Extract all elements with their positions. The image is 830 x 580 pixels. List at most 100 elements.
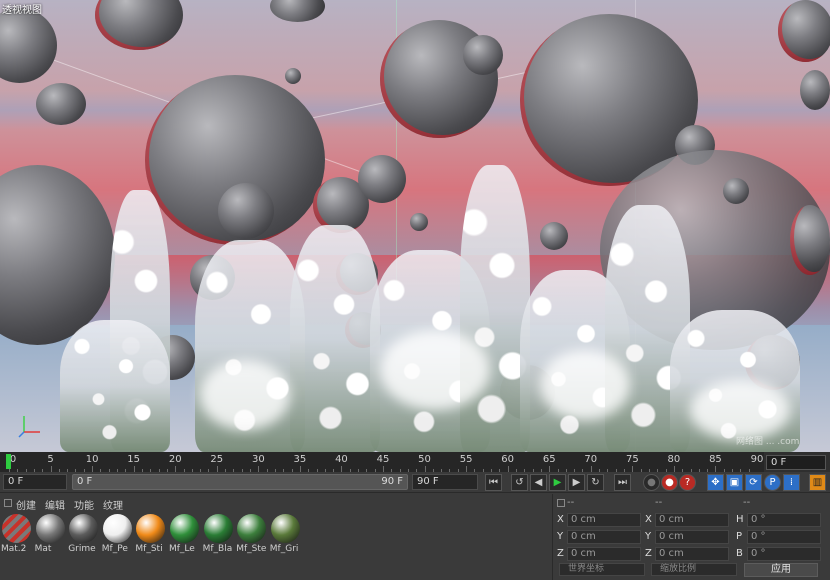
- move-key-button[interactable]: ✥: [707, 474, 724, 491]
- sphere: [410, 213, 428, 231]
- timeline-tick-label: 75: [625, 454, 639, 465]
- timeline-tick-label: 40: [335, 454, 348, 465]
- range-start-label: 0 F: [77, 476, 93, 487]
- timeline-tick-label: 55: [459, 454, 473, 465]
- position-x-field[interactable]: 0 cm: [567, 513, 641, 527]
- size-mode-select[interactable]: 缩放比例: [651, 563, 737, 576]
- size-y-field[interactable]: 0 cm: [655, 530, 729, 544]
- timeline-tick-label: 45: [376, 454, 390, 465]
- pla-key-button[interactable]: ⁞: [783, 474, 800, 491]
- position-z-field[interactable]: 0 cm: [567, 547, 641, 561]
- position-header: --: [567, 497, 575, 508]
- menu-edit[interactable]: 编辑: [45, 497, 65, 512]
- axis-label: Z: [557, 548, 564, 559]
- rotation-h-field[interactable]: 0 °: [747, 513, 821, 527]
- preview-range-slider[interactable]: 0 F 90 F: [72, 474, 408, 490]
- timeline-menu-button[interactable]: ▥: [809, 474, 826, 491]
- timeline-tick-label: 50: [418, 454, 431, 465]
- material-swatch[interactable]: Mf_Sti: [135, 514, 166, 556]
- material-label: Mf_Ste: [236, 544, 267, 554]
- apply-button[interactable]: 应用: [744, 563, 818, 577]
- axis-label: Z: [645, 548, 652, 559]
- timeline-tick-label: 10: [85, 454, 99, 465]
- coord-row-x: X 0 cm X 0 cm H 0 °: [553, 513, 830, 529]
- timeline-tick-label: 90: [750, 454, 764, 465]
- sphere: [95, 0, 183, 50]
- rotate-key-button[interactable]: ⟳: [745, 474, 762, 491]
- sphere: [36, 83, 86, 125]
- prev-frame-button[interactable]: ◀: [530, 474, 547, 491]
- material-menu-bar: 创建 编辑 功能 纹理: [0, 494, 552, 512]
- material-swatch[interactable]: Mf_Ste: [236, 514, 267, 556]
- watermark-text: 网络图 ... .com: [736, 437, 800, 447]
- position-y-field[interactable]: 0 cm: [567, 530, 641, 544]
- range-end-label: 90 F: [381, 476, 403, 487]
- next-frame-button[interactable]: ▶: [568, 474, 585, 491]
- scale-key-button[interactable]: ▣: [726, 474, 743, 491]
- timeline-tick-label: 5: [47, 454, 54, 465]
- record-off-button[interactable]: ●: [643, 474, 660, 491]
- material-swatch[interactable]: Grime: [68, 514, 99, 556]
- perspective-viewport[interactable]: 透视视图 网络图 ... .com: [0, 0, 830, 452]
- sphere: [540, 222, 568, 250]
- record-button[interactable]: ●: [661, 474, 678, 491]
- material-label: Grime: [68, 544, 96, 554]
- start-frame-field[interactable]: 0 F: [3, 474, 67, 490]
- axis-label: Y: [557, 531, 564, 542]
- flower-cluster: [290, 225, 380, 452]
- viewport-title[interactable]: 透视视图: [2, 1, 42, 16]
- material-preview-icon: [2, 514, 31, 543]
- material-swatch[interactable]: Mat: [35, 514, 66, 556]
- go-to-start-button[interactable]: ⏮: [485, 474, 502, 491]
- timeline-tick-label: 25: [210, 454, 224, 465]
- dof-bloom: [380, 330, 490, 410]
- size-z-field[interactable]: 0 cm: [655, 547, 729, 561]
- menu-function[interactable]: 功能: [74, 497, 94, 512]
- menu-texture[interactable]: 纹理: [103, 497, 123, 512]
- current-frame-field[interactable]: 0 F: [766, 455, 826, 470]
- axis-label: B: [736, 548, 743, 559]
- timeline-tick-label: 35: [293, 454, 307, 465]
- transport-bar: 0 F 0 F 90 F 90 F ⏮ ↺ ◀ ▶ ▶ ↻ ⏭ ● ● ? ✥ …: [0, 472, 830, 493]
- sphere: [358, 155, 406, 203]
- timeline-tick-label: 30: [251, 454, 265, 465]
- timeline-tick-label: 80: [667, 454, 681, 465]
- material-swatch[interactable]: Mf_Le: [169, 514, 200, 556]
- material-label: Mf_Pe: [101, 544, 128, 554]
- material-preview-icon: [136, 514, 166, 543]
- rotation-p-field[interactable]: 0 °: [747, 530, 821, 544]
- timeline-tick-label: 15: [127, 454, 141, 465]
- rotation-b-field[interactable]: 0 °: [747, 547, 821, 561]
- next-keyframe-button[interactable]: ↻: [587, 474, 604, 491]
- sphere: [270, 0, 325, 22]
- sphere: [778, 0, 830, 62]
- timeline[interactable]: 0 5 10 15 20 25 30 35 40 45 50 55 60 65 70 75 80 85 90 0 F: [0, 452, 830, 472]
- material-swatch[interactable]: Mat.2: [1, 514, 32, 556]
- param-key-button[interactable]: P: [764, 474, 781, 491]
- material-swatch[interactable]: Mf_Bla: [203, 514, 234, 556]
- size-x-field[interactable]: 0 cm: [655, 513, 729, 527]
- material-swatch[interactable]: Mf_Pe: [102, 514, 133, 556]
- material-label: Mf_Le: [169, 544, 195, 554]
- timeline-playhead[interactable]: [6, 454, 11, 469]
- sphere: [800, 70, 830, 110]
- material-label: Mf_Sti: [135, 544, 163, 554]
- menu-create[interactable]: 创建: [16, 497, 36, 512]
- play-button[interactable]: ▶: [549, 474, 566, 491]
- autokey-help-button[interactable]: ?: [679, 474, 696, 491]
- timeline-tick-label: 85: [709, 454, 722, 465]
- end-frame-field[interactable]: 90 F: [412, 474, 478, 490]
- material-label: Mat.2: [1, 544, 27, 554]
- material-swatch[interactable]: Mf_Gri: [270, 514, 301, 556]
- prev-keyframe-button[interactable]: ↺: [511, 474, 528, 491]
- axis-label: Y: [645, 531, 652, 542]
- panel-grip-icon[interactable]: [4, 499, 12, 507]
- timeline-ruler[interactable]: 0 5 10 15 20 25 30 35 40 45 50 55 60 65 70 75 80 85 90: [0, 452, 764, 472]
- coordinates-panel: -- -- -- X 0 cm X 0 cm H 0 ° Y 0 cm Y 0 …: [552, 494, 830, 580]
- sphere: [790, 205, 830, 275]
- panel-grip-icon[interactable]: [557, 499, 565, 507]
- material-label: Mat: [34, 544, 52, 554]
- flower-cluster: [60, 320, 170, 452]
- go-to-end-button[interactable]: ⏭: [614, 474, 631, 491]
- coordinate-mode-select[interactable]: 世界坐标: [559, 563, 645, 576]
